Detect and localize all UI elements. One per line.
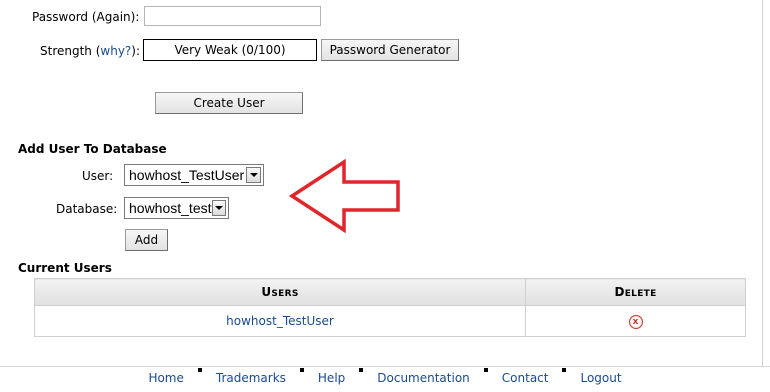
- database-select-label: Database:: [56, 202, 118, 216]
- footer-link-documentation[interactable]: Documentation: [377, 371, 470, 387]
- footer-link-help[interactable]: Help: [318, 371, 345, 387]
- users-column-header: USERS: [34, 278, 526, 306]
- footer-link-logout[interactable]: Logout: [580, 371, 621, 387]
- footer-nav: Home Trademarks Help Documentation Conta…: [0, 368, 770, 387]
- user-select-value: howhost_TestUser: [129, 167, 245, 183]
- footer-link-contact[interactable]: Contact: [502, 371, 549, 387]
- user-select-label: User:: [82, 169, 114, 183]
- footer-separator: [197, 368, 202, 372]
- current-users-table: USERS DELETE howhost_TestUser x: [34, 278, 746, 337]
- user-select[interactable]: howhost_TestUser: [124, 164, 264, 186]
- add-button[interactable]: Add: [125, 229, 168, 251]
- red-arrow-annotation: [288, 158, 400, 234]
- table-row: howhost_TestUser x: [34, 305, 746, 337]
- password-again-label: Password (Again):: [32, 10, 140, 24]
- database-select-value: howhost_test: [129, 200, 212, 216]
- footer-separator: [562, 368, 567, 372]
- strength-value: Very Weak (0/100): [174, 43, 286, 57]
- strength-meter: Very Weak (0/100): [143, 39, 317, 61]
- strength-label: Strength (why?):: [40, 44, 141, 58]
- password-again-field[interactable]: [144, 6, 321, 26]
- footer-divider: [0, 366, 770, 367]
- content-right-border: [762, 0, 763, 366]
- why-link[interactable]: why?: [100, 44, 131, 58]
- footer-link-home[interactable]: Home: [148, 371, 183, 387]
- footer-separator: [299, 368, 304, 372]
- footer-separator: [483, 368, 488, 372]
- current-users-title: Current Users: [18, 261, 112, 275]
- database-select[interactable]: howhost_test: [124, 197, 229, 219]
- create-user-button[interactable]: Create User: [155, 92, 303, 114]
- chevron-down-icon[interactable]: [211, 200, 226, 216]
- footer-link-trademarks[interactable]: Trademarks: [216, 371, 286, 387]
- user-link[interactable]: howhost_TestUser: [226, 314, 334, 328]
- delete-column-header: DELETE: [525, 278, 746, 306]
- footer-separator: [359, 368, 364, 372]
- add-user-section-title: Add User To Database: [18, 142, 167, 156]
- delete-x-icon[interactable]: x: [628, 315, 643, 329]
- password-generator-button[interactable]: Password Generator: [321, 39, 459, 61]
- chevron-down-icon[interactable]: [246, 167, 261, 183]
